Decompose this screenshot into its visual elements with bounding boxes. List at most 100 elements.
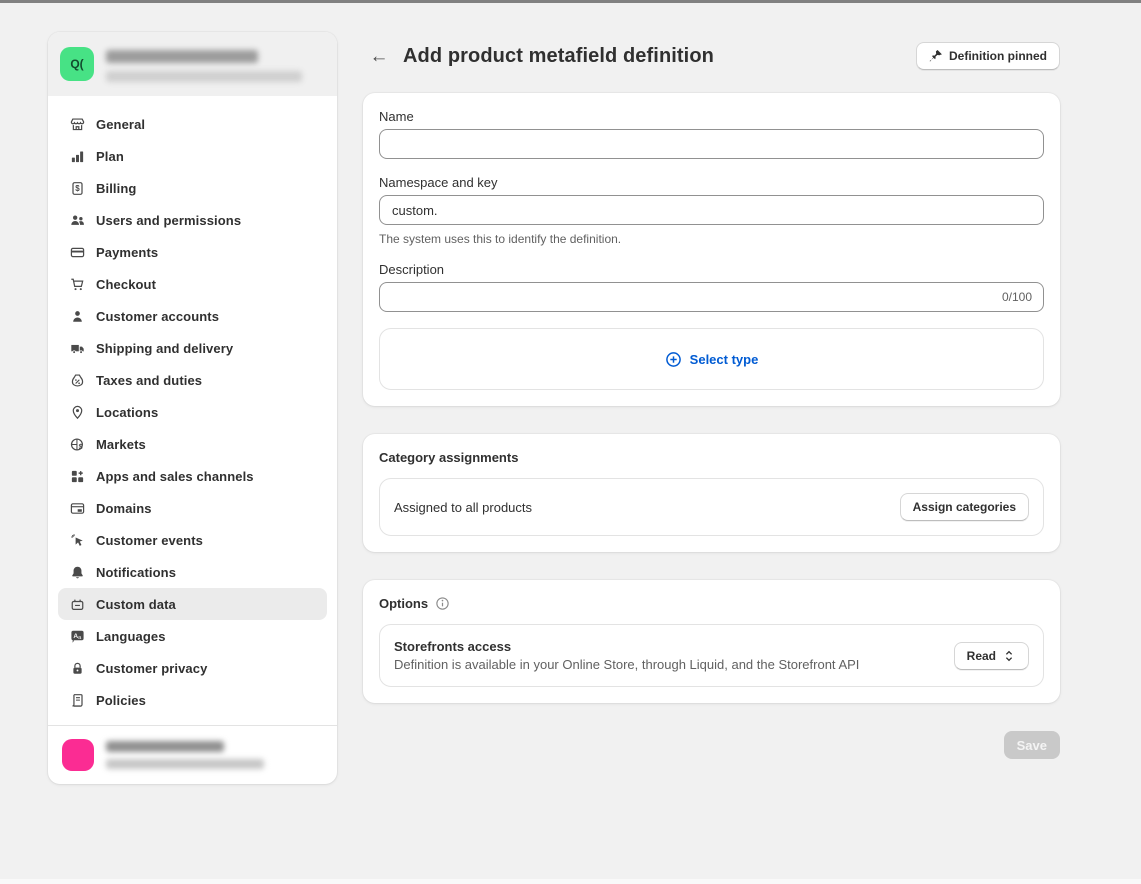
select-type-button[interactable]: Select type (379, 328, 1044, 390)
sidebar-item-checkout[interactable]: Checkout (58, 268, 327, 300)
namespace-help-text: The system uses this to identify the def… (379, 232, 1044, 246)
sidebar-item-label: Payments (96, 245, 158, 260)
sidebar-item-shipping-and-delivery[interactable]: Shipping and delivery (58, 332, 327, 364)
sidebar-item-domains[interactable]: Domains (58, 492, 327, 524)
pushpin-icon (929, 49, 943, 63)
sidebar-item-label: Plan (96, 149, 124, 164)
sidebar-item-label: Custom data (96, 597, 176, 612)
info-icon[interactable] (435, 596, 450, 611)
cart-icon (68, 276, 86, 292)
bell-icon (68, 564, 86, 580)
sidebar-item-label: General (96, 117, 145, 132)
sidebar-item-customer-events[interactable]: Customer events (58, 524, 327, 556)
page-header: ← Add product metafield definition Defin… (363, 40, 1060, 72)
definition-pinned-label: Definition pinned (949, 49, 1047, 63)
apps-icon (68, 468, 86, 484)
cursor-icon (68, 532, 86, 548)
options-card-title: Options (379, 596, 428, 611)
store-domain-redacted (106, 71, 302, 82)
sidebar-item-label: Notifications (96, 565, 176, 580)
store-header[interactable]: Q( (48, 32, 337, 96)
sidebar-item-label: Languages (96, 629, 166, 644)
storefronts-access-row: Storefronts access Definition is availab… (379, 624, 1044, 687)
storefronts-access-select[interactable]: Read (954, 642, 1029, 670)
storefronts-access-value: Read (967, 649, 996, 663)
sidebar-item-markets[interactable]: $ Markets (58, 428, 327, 460)
sidebar-item-label: Shipping and delivery (96, 341, 233, 356)
truck-icon (68, 340, 86, 356)
back-button[interactable]: ← (365, 42, 393, 70)
window-top-edge (0, 0, 1141, 3)
sidebar-item-label: Domains (96, 501, 152, 516)
sidebar-item-label: Users and permissions (96, 213, 241, 228)
category-assignments-card: Category assignments Assigned to all pro… (363, 434, 1060, 552)
sidebar-item-label: Apps and sales channels (96, 469, 254, 484)
sidebar-item-languages[interactable]: Aa Languages (58, 620, 327, 652)
sidebar-item-taxes-and-duties[interactable]: Taxes and duties (58, 364, 327, 396)
name-label: Name (379, 109, 1044, 124)
storefronts-access-text: Storefronts access Definition is availab… (394, 639, 859, 672)
category-assignment-row: Assigned to all products Assign categori… (379, 478, 1044, 536)
payments-icon (68, 244, 86, 260)
sidebar-item-label: Checkout (96, 277, 156, 292)
store-icon (68, 116, 86, 132)
translate-icon: Aa (68, 628, 86, 644)
users-icon (68, 212, 86, 228)
person-icon (68, 308, 86, 324)
storefronts-access-title: Storefronts access (394, 639, 859, 654)
sidebar-item-label: Customer accounts (96, 309, 219, 324)
sidebar-item-payments[interactable]: Payments (58, 236, 327, 268)
user-info (106, 741, 264, 769)
sidebar-item-users-and-permissions[interactable]: Users and permissions (58, 204, 327, 236)
sidebar-item-apps-and-sales-channels[interactable]: Apps and sales channels (58, 460, 327, 492)
billing-icon: $ (68, 180, 86, 196)
chevron-updown-icon (1002, 649, 1016, 663)
sidebar-item-policies[interactable]: Policies (58, 684, 327, 716)
definition-pinned-button[interactable]: Definition pinned (916, 42, 1060, 70)
description-input[interactable] (379, 282, 1044, 312)
svg-text:$: $ (75, 184, 80, 193)
assign-categories-button[interactable]: Assign categories (900, 493, 1029, 521)
user-footer[interactable] (48, 725, 337, 784)
store-name-redacted (106, 50, 258, 63)
category-card-title: Category assignments (379, 450, 518, 465)
storefronts-access-description: Definition is available in your Online S… (394, 657, 859, 672)
store-info (106, 47, 302, 82)
sidebar-item-label: Billing (96, 181, 136, 196)
select-type-label: Select type (690, 352, 759, 367)
description-label: Description (379, 262, 1044, 277)
sidebar-item-billing[interactable]: $ Billing (58, 172, 327, 204)
sidebar-item-customer-privacy[interactable]: Customer privacy (58, 652, 327, 684)
main-content: ← Add product metafield definition Defin… (363, 40, 1060, 759)
percent-icon (68, 372, 86, 388)
name-input[interactable] (379, 129, 1044, 159)
plus-circle-icon (665, 351, 682, 368)
pin-icon (68, 404, 86, 420)
user-avatar (62, 739, 94, 771)
options-card: Options Storefronts access Definition is… (363, 580, 1060, 703)
sidebar-item-custom-data[interactable]: Custom data (58, 588, 327, 620)
sidebar-item-general[interactable]: General (58, 108, 327, 140)
globe-icon: $ (68, 436, 86, 452)
sidebar-item-label: Locations (96, 405, 158, 420)
page-title: Add product metafield definition (403, 45, 714, 68)
namespace-label: Namespace and key (379, 175, 1044, 190)
lock-icon (68, 660, 86, 676)
browser-icon (68, 500, 86, 516)
sidebar-item-plan[interactable]: Plan (58, 140, 327, 172)
sidebar-item-label: Policies (96, 693, 146, 708)
sidebar-item-notifications[interactable]: Notifications (58, 556, 327, 588)
settings-sidebar: Q( General Plan $ Billing Users and permissi… (48, 32, 337, 784)
assignment-text: Assigned to all products (394, 500, 532, 515)
namespace-key-input[interactable] (379, 195, 1044, 225)
save-button[interactable]: Save (1004, 731, 1060, 759)
user-email-redacted (106, 759, 264, 769)
sidebar-item-locations[interactable]: Locations (58, 396, 327, 428)
database-icon (68, 596, 86, 612)
user-name-redacted (106, 741, 224, 752)
sidebar-item-label: Markets (96, 437, 146, 452)
document-icon (68, 692, 86, 708)
sidebar-item-customer-accounts[interactable]: Customer accounts (58, 300, 327, 332)
plan-icon (68, 148, 86, 164)
svg-text:$: $ (78, 443, 82, 450)
